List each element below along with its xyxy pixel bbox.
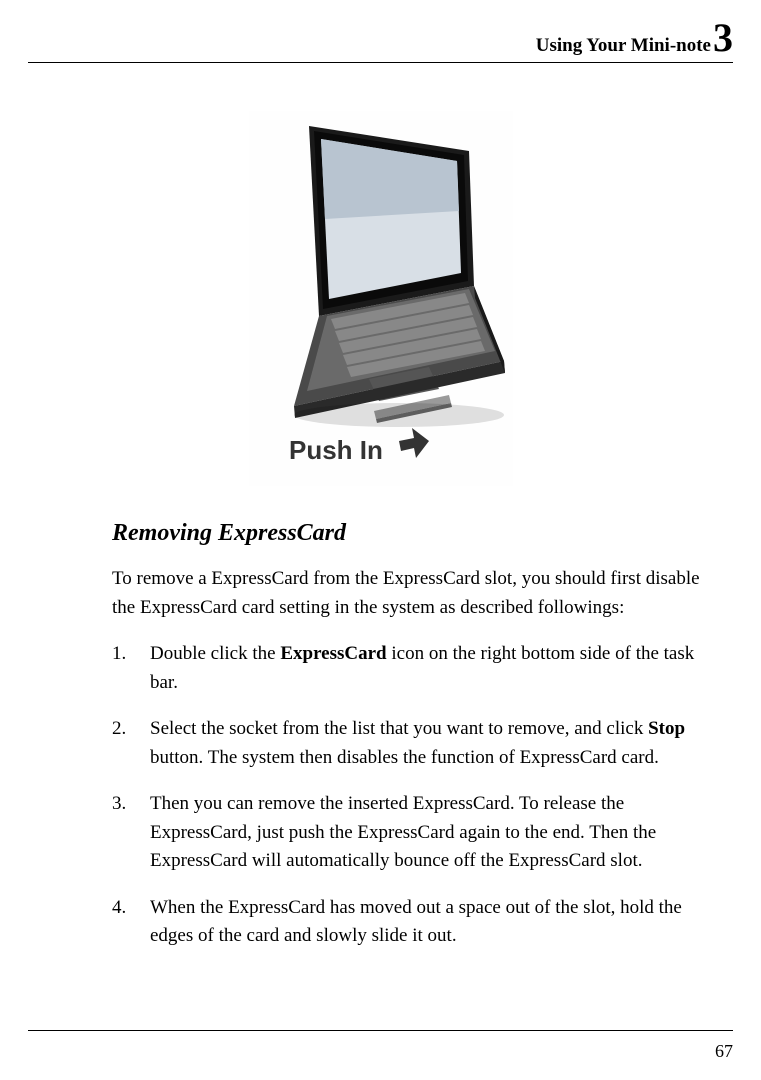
step-text: Then you can remove the inserted Express… <box>150 790 715 876</box>
step-number: 1. <box>112 640 150 697</box>
step-number: 4. <box>112 894 150 951</box>
figure-container: Push In <box>28 111 733 486</box>
step-text: When the ExpressCard has moved out a spa… <box>150 894 715 951</box>
figure-caption: Push In <box>289 435 383 465</box>
laptop-figure: Push In <box>249 111 513 486</box>
header-chapter-number: 3 <box>713 18 733 58</box>
list-item: 4. When the ExpressCard has moved out a … <box>112 894 715 951</box>
page-footer: 67 <box>28 1030 733 1062</box>
list-item: 3. Then you can remove the inserted Expr… <box>112 790 715 876</box>
page-header: Using Your Mini-note 3 <box>28 18 733 63</box>
header-title-group: Using Your Mini-note 3 <box>536 18 733 58</box>
step-number: 2. <box>112 715 150 772</box>
step-text: Double click the ExpressCard icon on the… <box>150 640 715 697</box>
step-text: Select the socket from the list that you… <box>150 715 715 772</box>
steps-list: 1. Double click the ExpressCard icon on … <box>112 640 715 951</box>
laptop-illustration-icon: Push In <box>249 111 513 486</box>
page-container: Using Your Mini-note 3 <box>0 0 761 1080</box>
header-chapter-title: Using Your Mini-note <box>536 35 711 57</box>
intro-paragraph: To remove a ExpressCard from the Express… <box>112 565 715 622</box>
section-heading: Removing ExpressCard <box>112 520 715 547</box>
content-area: Removing ExpressCard To remove a Express… <box>28 514 733 969</box>
list-item: 2. Select the socket from the list that … <box>112 715 715 772</box>
list-item: 1. Double click the ExpressCard icon on … <box>112 640 715 697</box>
page-number: 67 <box>715 1041 733 1062</box>
step-number: 3. <box>112 790 150 876</box>
